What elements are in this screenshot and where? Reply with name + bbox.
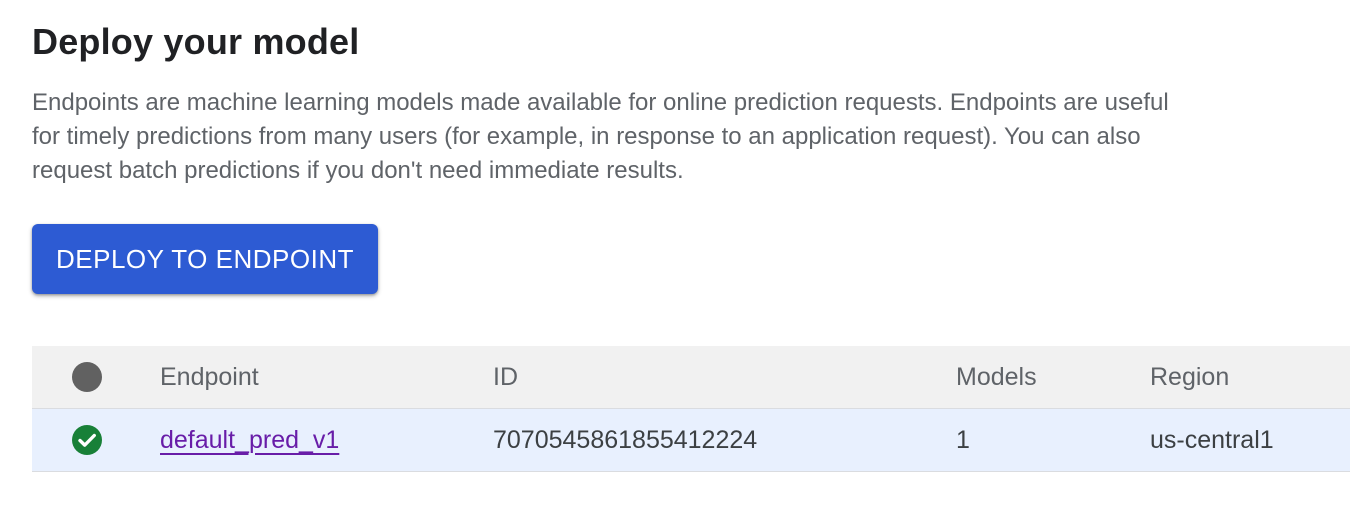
id-column-header[interactable]: ID	[493, 346, 518, 408]
status-column-header	[72, 346, 112, 408]
models-column-header[interactable]: Models	[956, 346, 1037, 408]
endpoint-cell: default_pred_v1	[160, 409, 339, 471]
table-header-row: Endpoint ID Models Region	[32, 346, 1350, 409]
deploy-model-panel: Deploy your model Endpoints are machine …	[0, 0, 1350, 512]
endpoint-column-header[interactable]: Endpoint	[160, 346, 259, 408]
page-description: Endpoints are machine learning models ma…	[32, 89, 1169, 184]
check-circle-icon	[72, 425, 102, 455]
deploy-to-endpoint-button[interactable]: DEPLOY TO ENDPOINT	[32, 224, 378, 294]
endpoint-link[interactable]: default_pred_v1	[160, 426, 339, 455]
status-cell	[72, 409, 112, 471]
endpoints-table: Endpoint ID Models Region default_pred_v…	[32, 346, 1350, 472]
page-title: Deploy your model	[32, 21, 360, 62]
models-count-cell: 1	[956, 425, 970, 454]
region-cell: us-central1	[1150, 425, 1274, 454]
endpoint-id-cell: 7070545861855412224	[493, 425, 758, 454]
region-column-header[interactable]: Region	[1150, 346, 1229, 408]
table-row: default_pred_v1 7070545861855412224 1 us…	[32, 409, 1350, 472]
status-circle-icon	[72, 362, 102, 392]
